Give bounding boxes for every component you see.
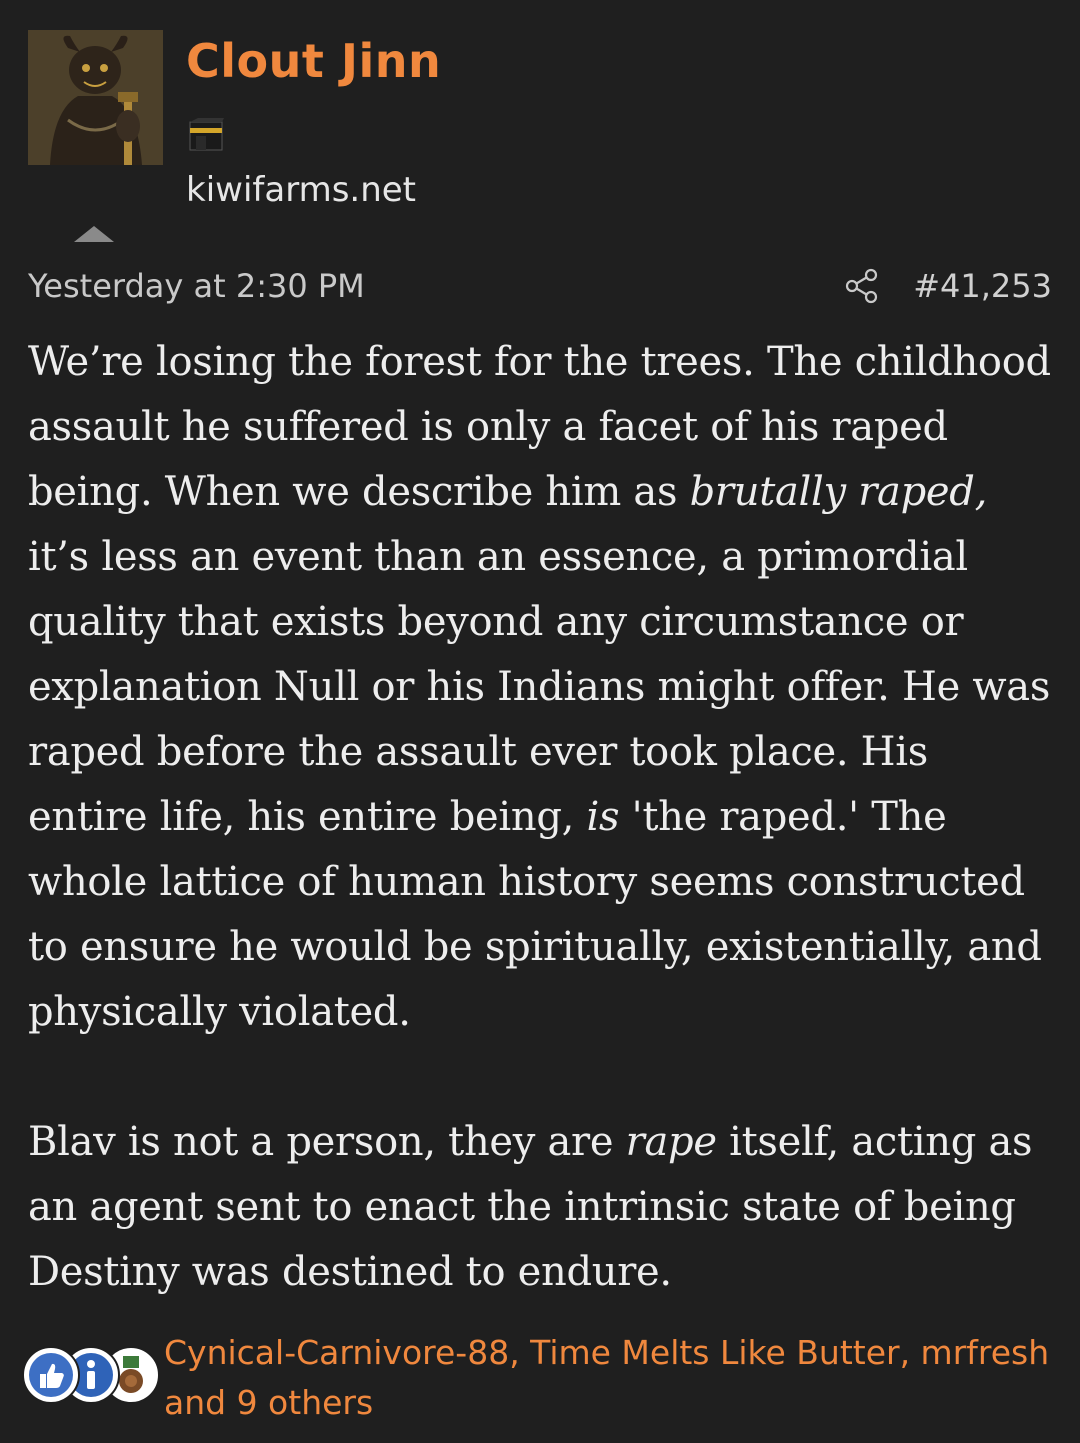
post-text-italic: brutally raped, — [689, 469, 988, 515]
demon-figure-avatar-icon — [28, 30, 163, 165]
reaction-icons[interactable] — [22, 1346, 162, 1406]
kaaba-icon — [188, 118, 224, 152]
post-text-italic: rape — [625, 1119, 717, 1165]
reaction-users-link[interactable]: Cynical-Carnivore-88, Time Melts Like Bu… — [164, 1328, 1059, 1428]
reactions-bar: Cynical-Carnivore-88, Time Melts Like Bu… — [22, 1328, 1062, 1428]
post-timestamp[interactable]: Yesterday at 2:30 PM — [28, 264, 365, 308]
post-paragraph: We’re losing the forest for the trees. T… — [28, 330, 1058, 1045]
forum-post: Clout Jinn kiwifarms.net Yesterday at 2:… — [0, 0, 1080, 1443]
caret-up-icon[interactable] — [74, 226, 114, 242]
post-text-italic: is — [586, 794, 620, 840]
post-paragraph: Blav is not a person, they are rape itse… — [28, 1110, 1058, 1305]
post-author-block: Clout Jinn kiwifarms.net — [28, 30, 1028, 250]
post-meta-row: Yesterday at 2:30 PM #41,253 — [28, 264, 1052, 308]
user-site-label: kiwifarms.net — [186, 170, 417, 210]
post-text: Blav is not a person, they are — [28, 1119, 626, 1165]
username[interactable]: Clout Jinn — [186, 36, 441, 87]
post-body: We’re losing the forest for the trees. T… — [28, 330, 1058, 1305]
post-number-link[interactable]: #41,253 — [913, 264, 1052, 308]
share-icon[interactable] — [844, 268, 880, 304]
avatar[interactable] — [28, 30, 163, 165]
thumbs-up-icon — [22, 1346, 80, 1404]
